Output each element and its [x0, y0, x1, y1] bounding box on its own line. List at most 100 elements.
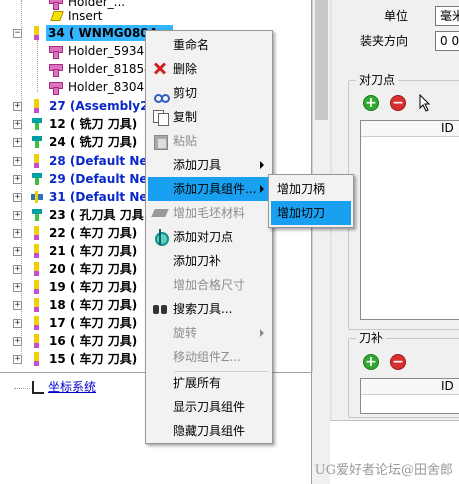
turning-tool-icon [30, 244, 44, 258]
menu-item-rotate[interactable]: 旋转 [148, 321, 270, 345]
mount-tool-icon [30, 190, 44, 204]
blank-material-icon [152, 205, 168, 221]
expand-toggle[interactable]: + [13, 337, 22, 346]
watermark: UG爱好者论坛@田舍郎 [314, 463, 453, 478]
tool-point-grid[interactable]: ID [360, 120, 459, 320]
tree-item-label: 20 ( 车刀 刀具) [49, 262, 138, 276]
menu-item-add-blank-material[interactable]: 增加毛坯材料 [148, 201, 270, 225]
menu-item-delete[interactable]: 删除 [148, 57, 270, 81]
tool-icon [30, 99, 44, 113]
remove-offset-button[interactable]: − [390, 354, 406, 370]
id-column-header[interactable]: ID [441, 379, 454, 394]
menu-item-rename[interactable]: 重命名 [148, 33, 270, 57]
remove-tool-point-button[interactable]: − [390, 95, 406, 111]
menu-item-move-component-z[interactable]: 移动组件Z... [148, 345, 270, 369]
menu-item-add-gauge[interactable]: 增加合格尺寸 [148, 273, 270, 297]
menu-item-add-cutter[interactable]: 增加切刀 [271, 201, 351, 225]
holder-icon [48, 44, 63, 59]
menu-item-label: 添加刀具组件... [173, 182, 257, 196]
menu-item-cut[interactable]: 剪切 [148, 81, 270, 105]
tree-item-label: 17 ( 车刀 刀具) [49, 316, 138, 330]
add-offset-button[interactable]: + [363, 354, 379, 370]
tree-item-label: 16 ( 车刀 刀具) [49, 334, 138, 348]
menu-item-label: 删除 [173, 62, 198, 76]
unit-field[interactable]: 毫米 [435, 6, 459, 26]
expand-toggle[interactable]: + [13, 193, 22, 202]
expand-toggle[interactable]: + [13, 283, 22, 292]
expand-toggle[interactable]: + [13, 301, 22, 310]
coordinate-system-icon [30, 381, 44, 395]
turning-tool-icon [30, 280, 44, 294]
unit-label: 单位 [384, 9, 409, 23]
expand-toggle[interactable]: + [13, 319, 22, 328]
tree-item-label: Insert [68, 9, 103, 23]
menu-item-show-components[interactable]: 显示刀具组件 [148, 395, 270, 419]
menu-item-search-tool[interactable]: 搜索刀具... [148, 297, 270, 321]
menu-item-copy[interactable]: 复制 [148, 105, 270, 129]
menu-item-add-tool-component[interactable]: 添加刀具组件... [148, 177, 270, 201]
tree-item-label: Holder_83040 [68, 80, 152, 94]
turning-tool-icon [30, 334, 44, 348]
expand-toggle[interactable]: + [13, 157, 22, 166]
menu-item-label: 增加刀柄 [277, 182, 326, 196]
tree-item-label: Holder_59347 [68, 44, 152, 58]
context-menu: 重命名 删除 剪切 复制 粘贴 添加刀具 添加刀具组件... 增加毛坯材料 添加… [145, 30, 273, 444]
tree-item-label: 27 (Assembly2 ) [49, 99, 159, 113]
mill-tool-icon [30, 117, 44, 131]
menu-item-label: 重命名 [173, 38, 210, 52]
offset-grid[interactable]: ID [360, 378, 459, 414]
expand-toggle[interactable]: + [13, 102, 22, 111]
menu-item-label: 粘贴 [173, 134, 198, 148]
tree-item-label: Holder_81854 [68, 62, 152, 76]
tool-point-group-title: 对刀点 [356, 73, 399, 87]
menu-item-label: 旋转 [173, 326, 198, 340]
tool-icon [30, 154, 44, 168]
menu-item-expand-all[interactable]: 扩展所有 [148, 371, 270, 395]
properties-panel: 单位 毫米 装夹方向 0 0 对刀点 + − ID 刀补 + − ID [330, 0, 459, 484]
add-tool-point-button[interactable]: + [363, 95, 379, 111]
tree-item-label: 18 ( 车刀 刀具) [49, 298, 138, 312]
submenu-arrow-icon [260, 161, 264, 169]
add-component-submenu: 增加刀柄 增加切刀 [268, 174, 354, 228]
expand-toggle[interactable]: + [13, 138, 22, 147]
scrollbar-thumb[interactable] [315, 0, 328, 120]
clamp-direction-label: 装夹方向 [360, 34, 409, 48]
expand-toggle[interactable]: + [13, 247, 22, 256]
menu-item-label: 增加合格尺寸 [173, 278, 246, 292]
menu-item-paste[interactable]: 粘贴 [148, 129, 270, 153]
menu-item-add-holder[interactable]: 增加刀柄 [271, 177, 351, 201]
tree-item-label: 12 ( 铣刀 刀具) [49, 117, 138, 131]
grid-header: ID [361, 121, 459, 137]
menu-item-label: 增加切刀 [277, 206, 326, 220]
expand-toggle[interactable]: + [13, 265, 22, 274]
menu-item-add-tool-point[interactable]: 添加对刀点 [148, 225, 270, 249]
menu-item-label: 剪切 [173, 86, 198, 100]
expand-toggle[interactable]: + [13, 355, 22, 364]
cut-icon [152, 85, 170, 103]
clamp-direction-field[interactable]: 0 0 [435, 31, 459, 51]
copy-icon [152, 109, 169, 126]
mill-tool-icon [30, 135, 44, 149]
menu-item-label: 增加毛坯材料 [173, 206, 246, 220]
mill-tool-icon [30, 172, 44, 186]
point-icon [152, 229, 169, 246]
menu-item-add-tool[interactable]: 添加刀具 [148, 153, 270, 177]
submenu-arrow-icon [260, 329, 264, 337]
turning-tool-icon [30, 352, 44, 366]
menu-item-label: 隐藏刀具组件 [173, 424, 246, 438]
hole-tool-icon [30, 208, 44, 222]
menu-item-hide-components[interactable]: 隐藏刀具组件 [148, 419, 270, 443]
menu-item-label: 添加刀补 [173, 254, 222, 268]
id-column-header[interactable]: ID [441, 121, 454, 136]
collapse-toggle[interactable]: − [13, 29, 22, 38]
paste-icon [152, 133, 168, 150]
menu-item-label: 扩展所有 [173, 376, 222, 390]
expand-toggle[interactable]: + [13, 211, 22, 220]
tree-item-label: 23 ( 孔刀具 刀具 [49, 208, 144, 222]
coordinate-system-label: 坐标系统 [48, 380, 97, 394]
select-cursor-icon[interactable] [418, 94, 434, 112]
expand-toggle[interactable]: + [13, 229, 22, 238]
expand-toggle[interactable]: + [13, 175, 22, 184]
expand-toggle[interactable]: + [13, 120, 22, 129]
menu-item-add-offset[interactable]: 添加刀补 [148, 249, 270, 273]
